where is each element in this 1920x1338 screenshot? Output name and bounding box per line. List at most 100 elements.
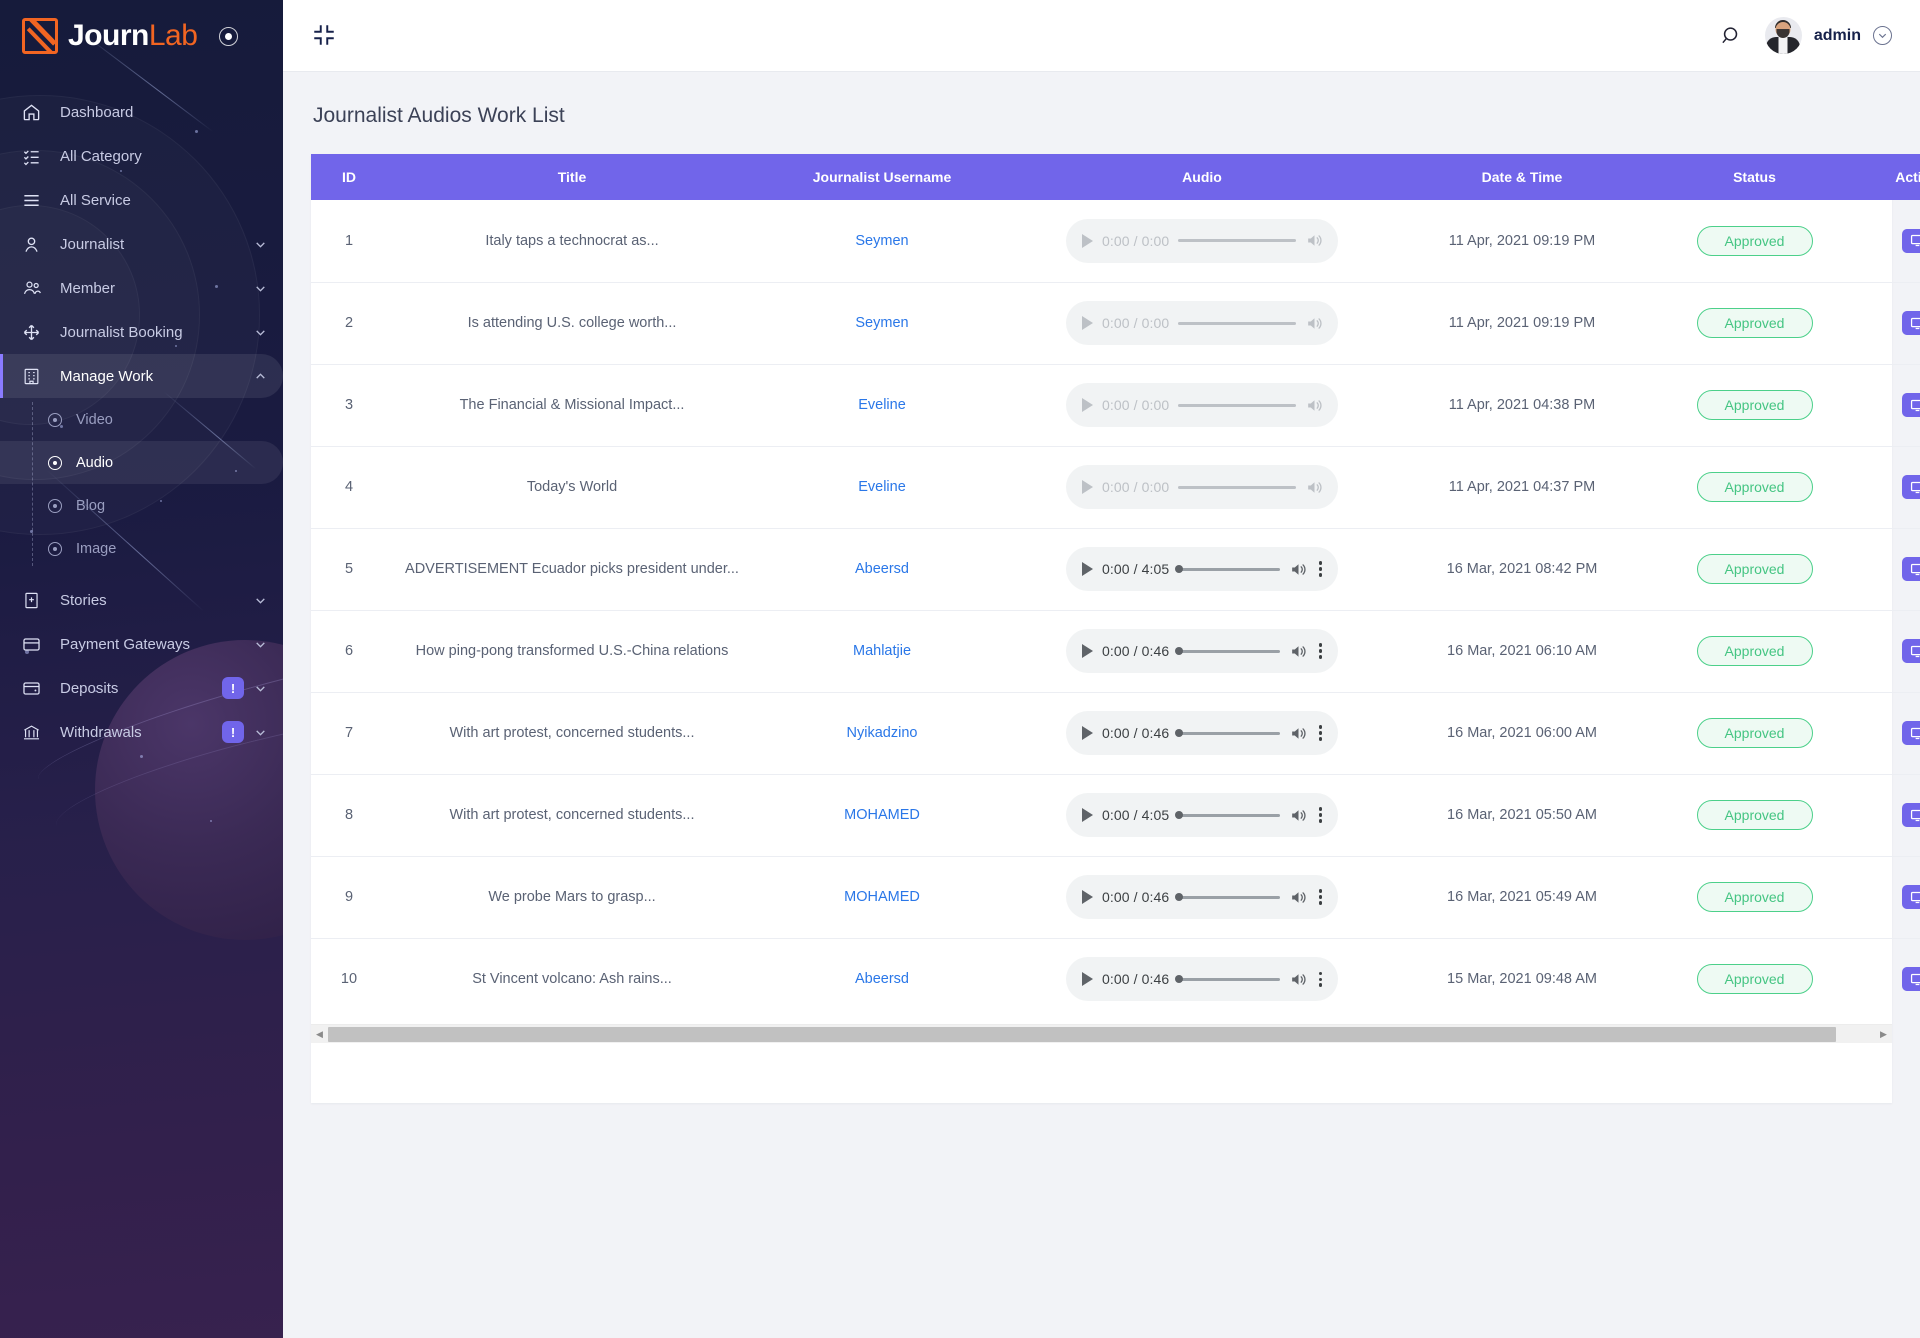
kebab-menu-icon[interactable] [1317, 889, 1324, 905]
scrollbar-thumb[interactable] [328, 1026, 1837, 1042]
audio-player[interactable]: 0:00 / 4:05 [1066, 793, 1338, 837]
monitor-icon[interactable] [1902, 639, 1920, 663]
monitor-icon[interactable] [1902, 803, 1920, 827]
play-icon[interactable] [1082, 562, 1093, 576]
chevron-left-icon[interactable]: ◀ [311, 1025, 328, 1044]
horizontal-scrollbar[interactable]: ◀ ▶ [311, 1024, 1892, 1043]
journalist-link[interactable]: MOHAMED [844, 889, 920, 905]
audio-player[interactable]: 0:00 / 0:46 [1066, 957, 1338, 1002]
monitor-icon[interactable] [1902, 967, 1920, 992]
sidebar-item-dashboard[interactable]: Dashboard [0, 90, 283, 134]
kebab-menu-icon[interactable] [1317, 725, 1324, 741]
chevron-down-icon[interactable] [254, 594, 267, 607]
audio-progress-bar[interactable] [1175, 565, 1280, 573]
audio-progress-bar[interactable] [1178, 403, 1296, 407]
audio-player[interactable]: 0:00 / 0:46 [1066, 875, 1338, 919]
journalist-link[interactable]: Eveline [858, 479, 906, 495]
monitor-icon[interactable] [1902, 228, 1920, 253]
chevron-down-icon[interactable] [254, 638, 267, 651]
compress-icon[interactable] [311, 22, 339, 50]
sidebar-subitem-audio[interactable]: Audio [0, 441, 283, 484]
chevron-right-icon[interactable]: ▶ [1875, 1025, 1892, 1044]
chevron-down-icon[interactable] [254, 726, 267, 739]
play-icon[interactable] [1082, 480, 1093, 494]
volume-icon[interactable] [1305, 478, 1324, 497]
play-icon[interactable] [1082, 808, 1093, 822]
volume-icon[interactable] [1305, 314, 1324, 333]
volume-icon[interactable] [1289, 970, 1308, 989]
record-dot-icon[interactable] [219, 26, 239, 46]
audio-progress-bar[interactable] [1175, 893, 1280, 901]
kebab-menu-icon[interactable] [1317, 561, 1324, 577]
monitor-icon[interactable] [1902, 885, 1920, 909]
column-header-action[interactable]: Action [1862, 154, 1920, 200]
volume-icon[interactable] [1305, 396, 1324, 415]
column-header-username[interactable]: Journalist Username [757, 154, 1007, 200]
audio-progress-bar[interactable] [1175, 729, 1280, 737]
journalist-link[interactable]: Abeersd [855, 971, 909, 987]
sidebar-item-member[interactable]: Member [0, 266, 283, 310]
audio-player[interactable]: 0:00 / 0:46 [1066, 629, 1338, 673]
column-header-date[interactable]: Date & Time [1397, 154, 1647, 200]
chevron-down-icon[interactable] [254, 282, 267, 295]
sidebar-item-journalist-booking[interactable]: Journalist Booking [0, 310, 283, 354]
chevron-down-icon[interactable] [254, 326, 267, 339]
sidebar-item-all-category[interactable]: All Category [0, 134, 283, 178]
audio-player[interactable]: 0:00 / 4:05 [1066, 547, 1338, 591]
audio-progress-bar[interactable] [1175, 811, 1280, 819]
user-menu[interactable]: admin [1764, 17, 1892, 54]
chevron-down-icon[interactable] [254, 238, 267, 251]
scrollbar-track[interactable] [328, 1025, 1875, 1044]
audio-player[interactable]: 0:00 / 0:46 [1066, 711, 1338, 755]
monitor-icon[interactable] [1902, 393, 1920, 417]
audio-progress-bar[interactable] [1178, 485, 1296, 489]
play-icon[interactable] [1082, 233, 1093, 248]
chevron-down-circle-icon[interactable] [1873, 26, 1892, 45]
volume-icon[interactable] [1289, 724, 1308, 743]
sidebar-item-stories[interactable]: Stories [0, 578, 283, 622]
volume-icon[interactable] [1289, 642, 1308, 661]
journalist-link[interactable]: Mahlatjie [853, 643, 911, 659]
journalist-link[interactable]: Eveline [858, 397, 906, 413]
volume-icon[interactable] [1305, 231, 1324, 250]
monitor-icon[interactable] [1902, 475, 1920, 499]
journalist-link[interactable]: Abeersd [855, 561, 909, 577]
audio-player[interactable]: 0:00 / 0:00 [1066, 383, 1338, 427]
sidebar-item-manage-work[interactable]: Manage Work [0, 354, 283, 398]
search-icon[interactable] [1720, 24, 1743, 47]
journalist-link[interactable]: Nyikadzino [847, 725, 918, 741]
volume-icon[interactable] [1289, 806, 1308, 825]
kebab-menu-icon[interactable] [1317, 807, 1324, 823]
column-header-id[interactable]: ID [311, 154, 387, 200]
audio-progress-bar[interactable] [1175, 647, 1280, 655]
sidebar-subitem-image[interactable]: Image [0, 527, 283, 570]
volume-icon[interactable] [1289, 560, 1308, 579]
journalist-link[interactable]: Seymen [855, 315, 908, 331]
audio-player[interactable]: 0:00 / 0:00 [1066, 218, 1338, 263]
audio-progress-bar[interactable] [1175, 975, 1280, 984]
journalist-link[interactable]: Seymen [855, 233, 908, 249]
column-header-title[interactable]: Title [387, 154, 757, 200]
journalist-link[interactable]: MOHAMED [844, 807, 920, 823]
play-icon[interactable] [1082, 972, 1093, 987]
sidebar-item-payment-gateways[interactable]: Payment Gateways [0, 622, 283, 666]
monitor-icon[interactable] [1902, 721, 1920, 745]
column-header-status[interactable]: Status [1647, 154, 1862, 200]
sidebar-subitem-video[interactable]: Video [0, 398, 283, 441]
volume-icon[interactable] [1289, 888, 1308, 907]
sidebar-item-all-service[interactable]: All Service [0, 178, 283, 222]
audio-progress-bar[interactable] [1178, 321, 1296, 325]
chevron-up-icon[interactable] [254, 370, 267, 383]
sidebar-item-withdrawals[interactable]: Withdrawals ! [0, 710, 283, 754]
kebab-menu-icon[interactable] [1317, 643, 1324, 659]
play-icon[interactable] [1082, 644, 1093, 658]
column-header-audio[interactable]: Audio [1007, 154, 1397, 200]
audio-player[interactable]: 0:00 / 0:00 [1066, 301, 1338, 345]
monitor-icon[interactable] [1902, 557, 1920, 581]
chevron-down-icon[interactable] [254, 682, 267, 695]
play-icon[interactable] [1082, 316, 1093, 330]
sidebar-item-journalist[interactable]: Journalist [0, 222, 283, 266]
monitor-icon[interactable] [1902, 311, 1920, 335]
audio-progress-bar[interactable] [1178, 239, 1296, 243]
play-icon[interactable] [1082, 890, 1093, 904]
